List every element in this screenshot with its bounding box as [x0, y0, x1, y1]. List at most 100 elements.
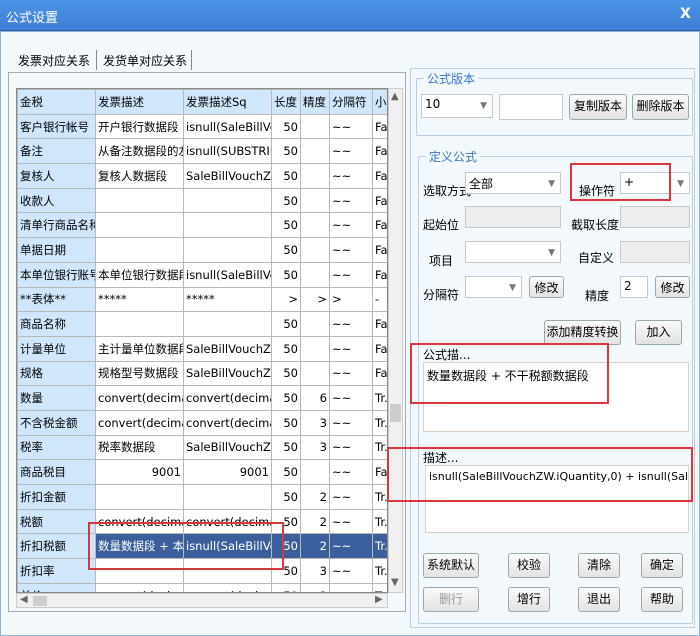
table-row[interactable]: **表体** ***** ***** > > > -	[17, 286, 387, 313]
help-button[interactable]: 帮助	[641, 587, 683, 612]
table-cell[interactable]: 50	[271, 113, 301, 140]
scroll-thumb[interactable]	[390, 404, 401, 422]
table-cell[interactable]: 50	[271, 533, 301, 560]
version-name-input[interactable]	[499, 94, 563, 120]
table-cell[interactable]: 主计量单位数据段	[95, 335, 184, 362]
table-cell[interactable]: 50	[271, 311, 301, 337]
table-cell[interactable]: 本单位银行数据段	[95, 261, 184, 288]
tab-invoice-mapping[interactable]: 发票对应关系	[16, 52, 92, 69]
table-cell[interactable]	[300, 163, 330, 189]
table-row[interactable]: 客户银行帐号开户银行数据段 +isnull(SaleBillVouchZ50 ~~…	[17, 113, 387, 140]
table-cell[interactable]	[300, 138, 330, 165]
table-cell[interactable]	[95, 187, 184, 214]
table-cell[interactable]: Fa	[372, 138, 387, 165]
row-header-cell[interactable]: 不含税金额	[17, 409, 96, 436]
table-cell[interactable]: isnull(SaleBillVouchZ	[183, 261, 272, 288]
table-cell[interactable]: SaleBillVouchZW.cl	[183, 335, 272, 362]
table-cell[interactable]	[183, 187, 272, 214]
table-cell[interactable]: 50	[271, 484, 301, 510]
separator-select[interactable]: ▼	[465, 276, 522, 298]
table-row[interactable]: 折扣税额数量数据段 + 本行isnull(SaleBillVouchZ502~~…	[17, 533, 387, 560]
table-cell[interactable]: Tr.	[372, 582, 387, 592]
row-header-cell[interactable]: 复核人	[17, 163, 96, 189]
verify-button[interactable]: 校验	[508, 553, 550, 578]
table-cell[interactable]: 从备注数据段的左	[95, 138, 184, 165]
table-cell[interactable]: isnull(SaleBillVouchZ	[183, 533, 272, 560]
vertical-scrollbar[interactable]: ▲ ▼	[388, 88, 403, 593]
table-cell[interactable]	[300, 261, 330, 288]
table-cell[interactable]: ~~	[329, 558, 373, 584]
table-cell[interactable]: 3	[300, 434, 330, 461]
table-cell[interactable]	[183, 311, 272, 337]
add-button[interactable]: 加入	[635, 320, 682, 345]
table-cell[interactable]: 规格型号数据段	[95, 360, 184, 387]
row-header-cell[interactable]: 规格	[17, 360, 96, 387]
table-cell[interactable]: 9001	[95, 459, 184, 485]
table-cell[interactable]: 50	[271, 508, 301, 535]
table-cell[interactable]: 2	[300, 533, 330, 560]
operator-select[interactable]: + ▼	[620, 172, 690, 194]
row-header-cell[interactable]: 折扣率	[17, 558, 96, 584]
table-row[interactable]: 商品税目 9001 9001 50 ~~ Fa	[17, 459, 387, 485]
start-position-input[interactable]	[465, 206, 561, 228]
table-cell[interactable]: 50	[271, 261, 301, 288]
column-header[interactable]: 小	[372, 89, 387, 115]
table-cell[interactable]: ~~	[329, 459, 373, 485]
table-cell[interactable]: convert(decimal(30,	[95, 385, 184, 411]
table-cell[interactable]	[95, 212, 184, 239]
table-cell[interactable]: Tr.	[372, 533, 387, 560]
table-cell[interactable]	[183, 484, 272, 510]
table-cell[interactable]: ~~	[329, 409, 373, 436]
table-cell[interactable]: 50	[271, 582, 301, 592]
table-cell[interactable]: 2	[300, 484, 330, 510]
row-header-cell[interactable]: 单据日期	[17, 237, 96, 263]
copy-version-button[interactable]: 复制版本	[569, 94, 627, 120]
row-header-cell[interactable]: 商品税目	[17, 459, 96, 485]
table-cell[interactable]: 数量数据段 + 本行	[95, 533, 184, 560]
row-header-cell[interactable]: 收款人	[17, 187, 96, 214]
exit-button[interactable]: 退出	[578, 587, 620, 612]
table-cell[interactable]: ~~	[329, 138, 373, 165]
table-cell[interactable]: Fa	[372, 311, 387, 337]
table-cell[interactable]: 50	[271, 237, 301, 263]
table-cell[interactable]	[300, 187, 330, 214]
table-cell[interactable]	[300, 459, 330, 485]
table-cell[interactable]	[300, 237, 330, 263]
table-row[interactable]: 不含税金额convert(decimal(30,convert(decimal(…	[17, 409, 387, 436]
column-header[interactable]: 发票描述Sq	[183, 89, 272, 115]
table-cell[interactable]: ~~	[329, 360, 373, 387]
table-row[interactable]: 单据日期 50 ~~ Fa	[17, 237, 387, 263]
table-cell[interactable]: ~~	[329, 508, 373, 535]
table-cell[interactable]: 3	[300, 582, 330, 592]
row-header-cell[interactable]: 备注	[17, 138, 96, 165]
tab-delivery-mapping[interactable]: 发货单对应关系	[101, 52, 189, 69]
row-header-cell[interactable]: 客户银行帐号	[17, 113, 96, 140]
table-cell[interactable]	[95, 484, 184, 510]
row-header-cell[interactable]: 商品名称	[17, 311, 96, 337]
table-cell[interactable]: 50	[271, 558, 301, 584]
table-cell[interactable]: -	[372, 286, 387, 313]
table-cell[interactable]: SaleBillVouchZT.cC	[183, 163, 272, 189]
table-cell[interactable]: 3	[300, 409, 330, 436]
column-header[interactable]: 长度	[271, 89, 301, 115]
add-precision-button[interactable]: 添加精度转换	[544, 320, 621, 345]
row-header-cell[interactable]: 清单行商品名称	[17, 212, 96, 239]
table-cell[interactable]: *****	[183, 286, 272, 313]
table-cell[interactable]: Fa	[372, 113, 387, 140]
table-cell[interactable]: convert(decimal(30,	[183, 409, 272, 436]
desc-textarea[interactable]: isnull(SaleBillVouchZW.iQuantity,0) + is…	[425, 465, 689, 533]
table-cell[interactable]: Fa	[372, 360, 387, 387]
version-select[interactable]: 10 ▼	[421, 94, 493, 118]
table-cell[interactable]: Fa	[372, 237, 387, 263]
table-cell[interactable]: Tr.	[372, 434, 387, 461]
table-row[interactable]: 计量单位主计量单位数据段SaleBillVouchZW.cl50 ~~Fa	[17, 335, 387, 362]
table-cell[interactable]	[300, 311, 330, 337]
table-cell[interactable]	[95, 311, 184, 337]
table-cell[interactable]: Fa	[372, 335, 387, 362]
column-header[interactable]: 金税	[17, 89, 96, 115]
table-cell[interactable]: Tr.	[372, 385, 387, 411]
close-button[interactable]: X	[680, 6, 691, 22]
table-cell[interactable]: 50	[271, 459, 301, 485]
table-cell[interactable]: 税率数据段	[95, 434, 184, 461]
row-header-cell[interactable]: 折扣税额	[17, 533, 96, 560]
